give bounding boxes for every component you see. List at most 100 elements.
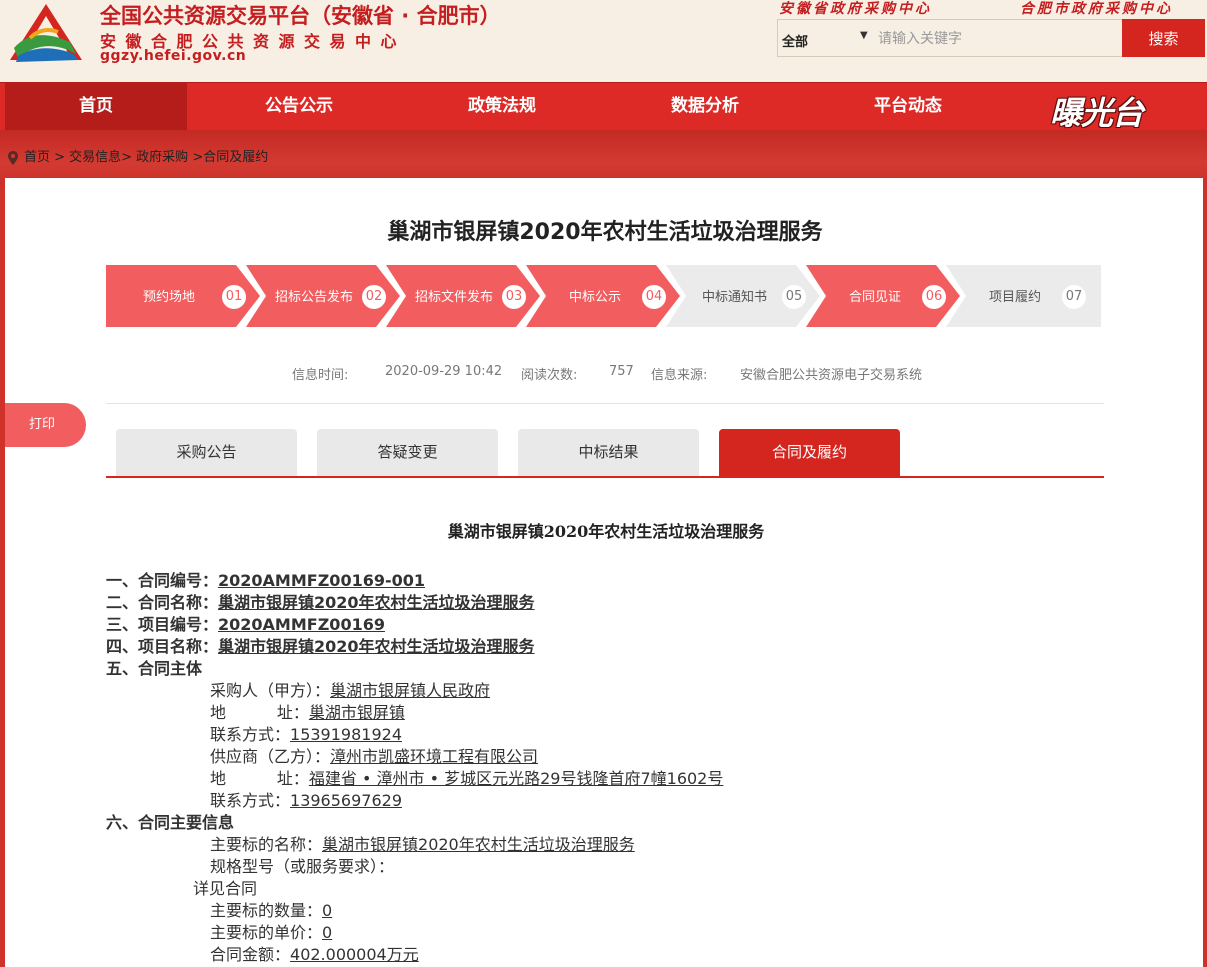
subject-name-label: 主要标的名称： xyxy=(210,835,323,854)
step-tender-notice: 招标公告发布 02 xyxy=(246,265,400,327)
main-nav: 首页 公告公示 政策法规 数据分析 平台动态 曝光台 xyxy=(0,82,1207,132)
print-button[interactable]: 打印 xyxy=(5,403,86,447)
supplier-contact-row: 联系方式：13965697629 xyxy=(210,787,402,810)
buyer-value: 巢湖市银屏镇人民政府 xyxy=(330,681,491,700)
step-tender-docs: 招标文件发布 03 xyxy=(386,265,540,327)
supplier-contact-label: 联系方式： xyxy=(210,791,291,810)
subject-name-row: 主要标的名称：巢湖市银屏镇2020年农村生活垃圾治理服务 xyxy=(210,831,635,854)
contract-number-value: 2020AMMFZ00169-001 xyxy=(218,571,426,590)
nav-item-home[interactable]: 首页 xyxy=(5,83,187,130)
tab-award-result[interactable]: 中标结果 xyxy=(518,429,699,476)
step-label: 合同见证 xyxy=(849,290,902,305)
unit-price-value: 0 xyxy=(322,923,333,942)
step-label: 招标公告发布 xyxy=(275,290,354,305)
step-number: 03 xyxy=(502,285,526,309)
info-time-label: 信息时间: xyxy=(292,368,349,383)
top-link-anhui-procurement[interactable]: 安徽省政府采购中心 xyxy=(779,0,932,18)
buyer-contact-value: 15391981924 xyxy=(290,725,402,744)
project-name-value: 巢湖市银屏镇2020年农村生活垃圾治理服务 xyxy=(218,637,535,656)
step-award-notice: 中标公示 04 xyxy=(526,265,680,327)
step-award-letter: 中标通知书 05 xyxy=(666,265,820,327)
nav-item-platform-news[interactable]: 平台动态 xyxy=(817,83,999,130)
step-label: 项目履约 xyxy=(989,290,1042,305)
subject-name-value: 巢湖市银屏镇2020年农村生活垃圾治理服务 xyxy=(322,835,635,854)
buyer-address-row: 地 址：巢湖市银屏镇 xyxy=(210,699,405,722)
buyer-label: 采购人（甲方）： xyxy=(210,681,331,700)
quantity-row: 主要标的数量：0 xyxy=(210,897,333,920)
top-link-hefei-procurement[interactable]: 合肥市政府采购中心 xyxy=(1020,0,1173,18)
contract-amount-row: 合同金额：402.000004万元 xyxy=(210,941,419,964)
search-input[interactable] xyxy=(878,26,1118,52)
buyer-contact-label: 联系方式： xyxy=(210,725,291,744)
contract-amount-value: 402.000004万元 xyxy=(290,945,419,964)
contract-amount-label: 合同金额： xyxy=(210,945,291,964)
step-number: 02 xyxy=(362,285,386,309)
project-number-label: 三、项目编号： xyxy=(106,615,219,634)
buyer-address-value: 巢湖市银屏镇 xyxy=(308,703,405,722)
step-number: 06 xyxy=(922,285,946,309)
buyer-address-label: 地 址： xyxy=(210,703,309,722)
supplier-address-label: 地 址： xyxy=(210,769,309,788)
quantity-value: 0 xyxy=(322,901,333,920)
project-name-row: 四、项目名称：巢湖市银屏镇2020年农村生活垃圾治理服务 xyxy=(106,633,535,656)
step-label: 招标文件发布 xyxy=(415,290,494,305)
side-border-right xyxy=(1203,185,1207,967)
step-number: 05 xyxy=(782,285,806,309)
tab-qa-changes[interactable]: 答疑变更 xyxy=(317,429,498,476)
step-label: 预约场地 xyxy=(143,290,196,305)
site-domain: ggzy.hefei.gov.cn xyxy=(100,48,247,64)
supplier-address-row: 地 址：福建省 • 漳州市 • 芗城区元光路29号钱隆首府7幢1602号 xyxy=(210,765,724,788)
step-number: 04 xyxy=(642,285,666,309)
site-header: 全国公共资源交易平台（安徽省 · 合肥市） 安徽合肥公共资源交易中心 ggzy.… xyxy=(0,0,1207,82)
project-number-value: 2020AMMFZ00169 xyxy=(218,615,385,634)
contract-parties-heading: 五、合同主体 xyxy=(106,659,203,678)
site-title: 全国公共资源交易平台（安徽省 · 合肥市） xyxy=(100,4,501,28)
unit-price-label: 主要标的单价： xyxy=(210,923,323,942)
divider xyxy=(106,403,1104,404)
search-button[interactable]: 搜索 xyxy=(1122,19,1205,57)
nav-item-announcements[interactable]: 公告公示 xyxy=(208,83,390,130)
supplier-row: 供应商（乙方）：漳州市凯盛环境工程有限公司 xyxy=(210,743,539,766)
spec-label: 规格型号（或服务要求）： xyxy=(210,857,395,876)
project-number-row: 三、项目编号：2020AMMFZ00169 xyxy=(106,611,385,634)
platform-logo[interactable] xyxy=(8,2,84,66)
main-info-heading: 六、合同主要信息 xyxy=(106,813,235,832)
nav-item-policies[interactable]: 政策法规 xyxy=(411,83,593,130)
search-scope-select[interactable]: 全部 xyxy=(782,31,808,50)
buyer-row: 采购人（甲方）：巢湖市银屏镇人民政府 xyxy=(210,677,491,700)
project-name-label: 四、项目名称： xyxy=(106,637,219,656)
step-reserve-venue: 预约场地 01 xyxy=(106,265,260,327)
tab-procurement-notice[interactable]: 采购公告 xyxy=(116,429,297,476)
contract-name-label: 二、合同名称： xyxy=(106,593,219,612)
contract-name-row: 二、合同名称：巢湖市银屏镇2020年农村生活垃圾治理服务 xyxy=(106,589,535,612)
supplier-label: 供应商（乙方）： xyxy=(210,747,331,766)
step-contract-witness: 合同见证 06 xyxy=(806,265,960,327)
progress-steps: 预约场地 01 招标公告发布 02 招标文件发布 03 中标公示 04 中标通知… xyxy=(106,265,1101,327)
step-number: 07 xyxy=(1062,285,1086,309)
search-box: 全部 ▼ 搜索 xyxy=(777,19,1205,57)
nav-item-data-analysis[interactable]: 数据分析 xyxy=(614,83,796,130)
info-source-label: 信息来源: xyxy=(651,368,708,383)
contract-name-value: 巢湖市银屏镇2020年农村生活垃圾治理服务 xyxy=(218,593,535,612)
page-title: 巢湖市银屏镇2020年农村生活垃圾治理服务 xyxy=(387,220,823,245)
see-contract-text: 详见合同 xyxy=(193,879,258,898)
info-source-value: 安徽合肥公共资源电子交易系统 xyxy=(740,368,923,383)
step-label: 中标通知书 xyxy=(702,290,768,305)
info-time-value: 2020-09-29 10:42 xyxy=(385,364,503,379)
buyer-contact-row: 联系方式：15391981924 xyxy=(210,721,402,744)
unit-price-row: 主要标的单价：0 xyxy=(210,919,333,942)
supplier-value: 漳州市凯盛环境工程有限公司 xyxy=(330,747,539,766)
step-number: 01 xyxy=(222,285,246,309)
supplier-address-value: 福建省 • 漳州市 • 芗城区元光路29号钱隆首府7幢1602号 xyxy=(308,769,724,788)
tab-underline xyxy=(106,476,1104,478)
contract-number-label: 一、合同编号： xyxy=(106,571,219,590)
step-label: 中标公示 xyxy=(569,290,622,305)
location-pin-icon xyxy=(8,150,18,165)
exposure-platform-logo[interactable]: 曝光台 xyxy=(1050,88,1144,134)
breadcrumb-path[interactable]: 首页 > 交易信息> 政府采购 >合同及履约 xyxy=(24,150,268,165)
read-count-value: 757 xyxy=(609,364,634,379)
supplier-contact-value: 13965697629 xyxy=(290,791,402,810)
tab-contract-performance[interactable]: 合同及履约 xyxy=(719,429,900,476)
breadcrumb: 首页 > 交易信息> 政府采购 >合同及履约 xyxy=(8,146,268,165)
chevron-down-icon[interactable]: ▼ xyxy=(860,30,868,41)
